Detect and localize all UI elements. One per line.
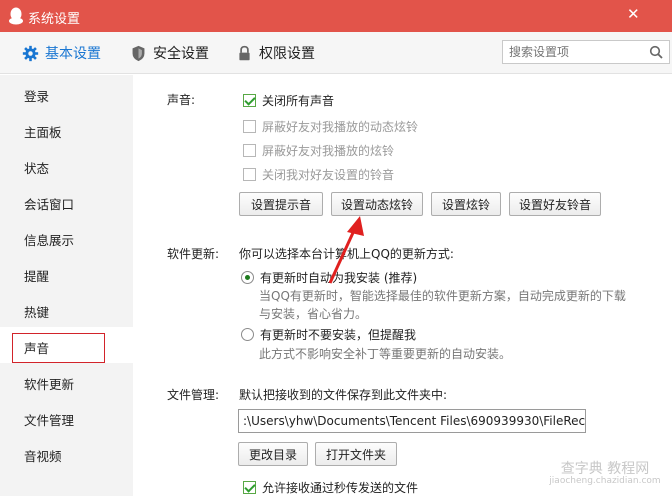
tab-security-settings[interactable]: 安全设置 xyxy=(130,43,209,63)
search-box[interactable] xyxy=(502,40,670,64)
tab-label: 权限设置 xyxy=(259,46,315,62)
sidebar-item-login[interactable]: 登录 xyxy=(24,86,49,105)
open-folder-button[interactable]: 打开文件夹 xyxy=(315,442,397,466)
auto-install-label: 有更新时自动为我安装 (推荐) xyxy=(260,271,418,285)
auto-install-description-1: 当QQ有更新时，智能选择最佳的软件更新方案，自动完成更新的下载 xyxy=(259,289,626,303)
gear-icon xyxy=(22,45,39,61)
tab-basic-settings[interactable]: 基本设置 xyxy=(22,43,101,63)
window-title: 系统设置 xyxy=(28,12,81,27)
set-notification-tone-button[interactable]: 设置提示音 xyxy=(239,192,323,216)
block-dynamic-ring-label: 屏蔽好友对我播放的动态炫铃 xyxy=(262,120,419,134)
allow-flash-transfer-checkbox[interactable] xyxy=(243,481,256,494)
change-directory-button[interactable]: 更改目录 xyxy=(238,442,308,466)
set-ring-button[interactable]: 设置炫铃 xyxy=(431,192,501,216)
search-icon[interactable] xyxy=(649,45,663,59)
allow-flash-transfer-row[interactable]: 允许接收通过秒传发送的文件 xyxy=(243,479,418,496)
close-icon[interactable]: ✕ xyxy=(627,5,640,23)
disable-friend-tone-label: 关闭我对好友设置的铃音 xyxy=(262,168,395,182)
sidebar-item-sound[interactable]: 声音 xyxy=(24,338,49,357)
save-folder-path-field[interactable]: :\Users\yhw\Documents\Tencent Files\6909… xyxy=(238,409,586,433)
update-section-label: 软件更新: xyxy=(167,247,220,261)
sidebar-item-chat-window[interactable]: 会话窗口 xyxy=(24,194,74,213)
sidebar-item-audio-video[interactable]: 音视频 xyxy=(24,446,62,465)
settings-content: 声音: 关闭所有声音 屏蔽好友对我播放的动态炫铃 屏蔽好友对我播放的炫铃 关闭我… xyxy=(133,75,672,496)
watermark-line-2: jiaocheng.chazidian.com xyxy=(549,476,661,487)
notify-only-row[interactable]: 有更新时不要安装，但提醒我 xyxy=(241,326,416,343)
disable-friend-tone-checkbox[interactable] xyxy=(243,168,256,181)
mute-all-checkbox[interactable] xyxy=(243,94,256,107)
tab-label: 基本设置 xyxy=(45,46,101,62)
block-dynamic-ring-checkbox[interactable] xyxy=(243,120,256,133)
disable-friend-tone-row[interactable]: 关闭我对好友设置的铃音 xyxy=(243,166,394,183)
allow-flash-transfer-label: 允许接收通过秒传发送的文件 xyxy=(262,481,419,495)
auto-install-row[interactable]: 有更新时自动为我安装 (推荐) xyxy=(241,269,417,286)
set-friend-tone-button[interactable]: 设置好友铃音 xyxy=(509,192,601,216)
notify-only-radio[interactable] xyxy=(241,328,254,341)
tab-label: 安全设置 xyxy=(153,46,209,62)
tab-permission-settings[interactable]: 权限设置 xyxy=(236,43,315,63)
search-input[interactable] xyxy=(503,41,643,63)
sidebar-item-status[interactable]: 状态 xyxy=(24,158,49,177)
block-ring-checkbox[interactable] xyxy=(243,144,256,157)
auto-install-description-2: 与安装，省心省力。 xyxy=(259,307,368,321)
notify-only-description: 此方式不影响安全补丁等重要更新的自动安装。 xyxy=(259,347,512,361)
block-dynamic-ring-row[interactable]: 屏蔽好友对我播放的动态炫铃 xyxy=(243,118,418,135)
sidebar-item-hotkeys[interactable]: 热键 xyxy=(24,302,49,321)
file-intro-text: 默认把接收到的文件保存到此文件夹中: xyxy=(239,388,448,402)
watermark: 查字典 教程网 jiaocheng.chazidian.com xyxy=(540,461,670,487)
mute-all-row[interactable]: 关闭所有声音 xyxy=(243,92,334,109)
lock-icon xyxy=(239,45,250,60)
file-section-label: 文件管理: xyxy=(167,388,220,402)
sound-section-label: 声音: xyxy=(167,93,196,107)
sidebar: 登录 主面板 状态 会话窗口 信息展示 提醒 热键 声音 软件更新 文件管理 音… xyxy=(0,75,133,496)
sidebar-item-reminders[interactable]: 提醒 xyxy=(24,266,49,285)
tab-bar: 基本设置 安全设置 权限设置 xyxy=(0,32,672,74)
sidebar-item-file-management[interactable]: 文件管理 xyxy=(24,410,74,429)
shield-icon xyxy=(132,45,145,61)
sidebar-item-software-update[interactable]: 软件更新 xyxy=(24,374,74,393)
qq-penguin-icon xyxy=(9,7,23,25)
watermark-line-1: 查字典 教程网 xyxy=(560,461,650,477)
auto-install-radio[interactable] xyxy=(241,271,254,284)
block-ring-label: 屏蔽好友对我播放的炫铃 xyxy=(262,144,395,158)
sidebar-item-main-panel[interactable]: 主面板 xyxy=(24,122,62,141)
notify-only-label: 有更新时不要安装，但提醒我 xyxy=(260,328,417,342)
sidebar-item-info-display[interactable]: 信息展示 xyxy=(24,230,74,249)
block-ring-row[interactable]: 屏蔽好友对我播放的炫铃 xyxy=(243,142,394,159)
update-intro-text: 你可以选择本台计算机上QQ的更新方式: xyxy=(239,247,454,261)
set-dynamic-ring-button[interactable]: 设置动态炫铃 xyxy=(331,192,423,216)
title-bar: 系统设置 ✕ xyxy=(0,0,672,32)
mute-all-label: 关闭所有声音 xyxy=(262,94,335,108)
